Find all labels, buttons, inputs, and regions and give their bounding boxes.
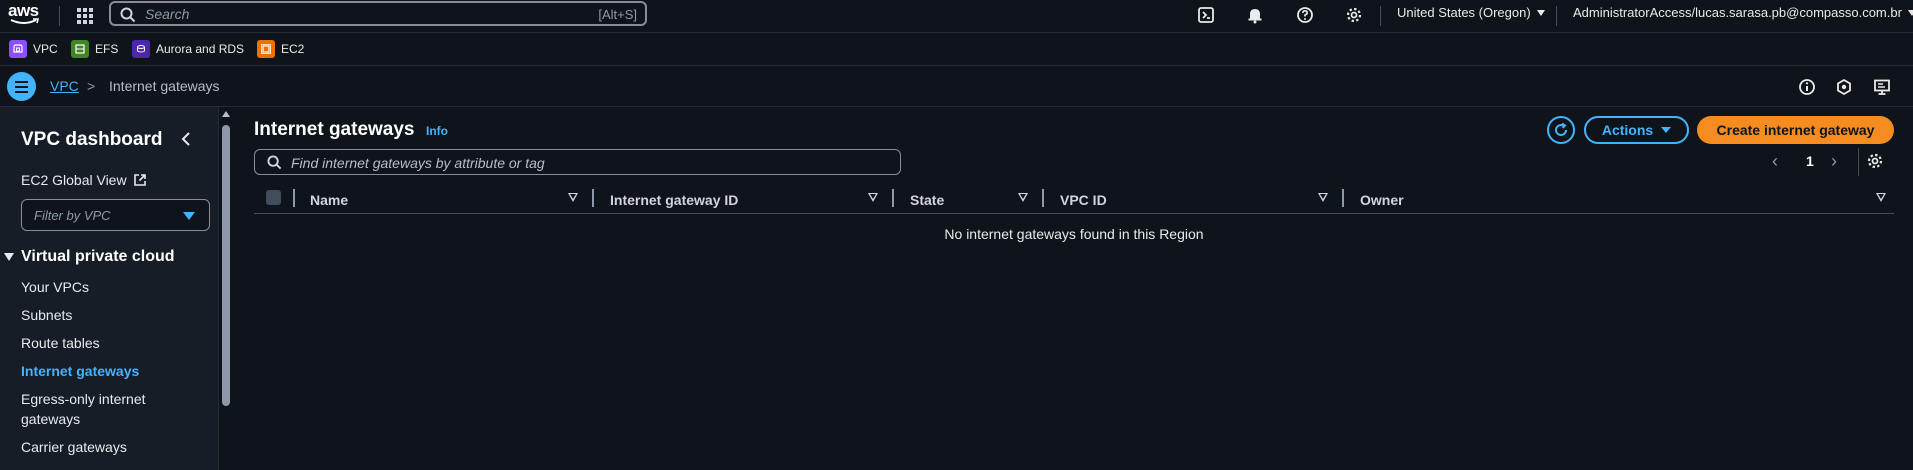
previous-page-icon[interactable]: ‹ bbox=[1772, 151, 1778, 172]
column-divider[interactable] bbox=[1342, 189, 1344, 207]
sidebar-item-route-tables[interactable]: Route tables bbox=[21, 333, 171, 353]
breadcrumb-current: Internet gateways bbox=[109, 78, 220, 94]
caret-down-icon bbox=[1661, 127, 1672, 133]
breadcrumb-bar: VPC > Internet gateways bbox=[0, 66, 1913, 107]
create-internet-gateway-button[interactable]: Create internet gateway bbox=[1697, 116, 1894, 144]
sort-icon[interactable] bbox=[568, 193, 578, 202]
caret-down-icon bbox=[183, 212, 195, 220]
divider bbox=[59, 6, 60, 26]
external-link-icon bbox=[133, 174, 146, 186]
divider bbox=[1380, 6, 1381, 26]
column-divider[interactable] bbox=[293, 189, 295, 207]
aws-logo-text: aws bbox=[8, 1, 39, 20]
scroll-up-icon[interactable] bbox=[222, 111, 230, 117]
caret-down-icon bbox=[4, 253, 14, 261]
search-icon bbox=[267, 155, 282, 170]
next-page-icon[interactable]: › bbox=[1831, 151, 1837, 172]
filter-by-vpc-select[interactable]: Filter by VPC bbox=[21, 199, 210, 231]
settings-gear-icon[interactable] bbox=[1341, 2, 1367, 28]
vpc-service-icon bbox=[9, 40, 27, 58]
global-search-input[interactable]: Search [Alt+S] bbox=[109, 1, 647, 26]
region-selector[interactable]: United States (Oregon) bbox=[1397, 5, 1545, 20]
account-label: AdministratorAccess/lucas.sarasa.pb@comp… bbox=[1573, 5, 1902, 20]
table-header: Name Internet gateway ID State VPC ID Ow… bbox=[254, 185, 1894, 214]
sidebar-item-internet-gateways[interactable]: Internet gateways bbox=[21, 361, 171, 381]
efs-service-icon bbox=[71, 40, 89, 58]
cloudshell-icon[interactable] bbox=[1193, 2, 1219, 28]
side-navigation: VPC dashboard EC2 Global View Filter by … bbox=[0, 107, 219, 470]
favorite-vpc[interactable]: VPC bbox=[9, 40, 58, 58]
favorites-bar: VPC EFS Aurora and RDS EC2 bbox=[0, 33, 1913, 66]
search-icon bbox=[120, 7, 136, 23]
search-placeholder: Search bbox=[145, 6, 190, 22]
sidebar-item-subnets[interactable]: Subnets bbox=[21, 305, 171, 325]
column-header-internet-gateway-id[interactable]: Internet gateway ID bbox=[610, 192, 738, 208]
sidebar-item-egress-only-internet-gateways[interactable]: Egress-only internet gateways bbox=[21, 389, 161, 429]
search-shortcut: [Alt+S] bbox=[598, 7, 637, 22]
favorite-label: VPC bbox=[33, 42, 58, 56]
scrollbar-thumb[interactable] bbox=[222, 125, 230, 406]
help-icon[interactable] bbox=[1292, 2, 1318, 28]
region-label: United States (Oregon) bbox=[1397, 5, 1531, 20]
chevron-down-icon bbox=[1907, 9, 1913, 16]
column-divider[interactable] bbox=[892, 189, 894, 207]
breadcrumb-chevron-icon: > bbox=[87, 78, 96, 94]
empty-table-message: No internet gateways found in this Regio… bbox=[944, 226, 1204, 242]
column-header-state[interactable]: State bbox=[910, 192, 944, 208]
side-navigation-toggle-icon[interactable] bbox=[7, 72, 36, 101]
select-all-checkbox[interactable] bbox=[266, 190, 281, 205]
sidebar-title[interactable]: VPC dashboard bbox=[21, 129, 162, 151]
close-sidebar-icon[interactable] bbox=[180, 131, 192, 152]
sort-icon[interactable] bbox=[1876, 193, 1886, 202]
column-header-name[interactable]: Name bbox=[310, 192, 348, 208]
table-preferences-icon[interactable] bbox=[1866, 152, 1884, 173]
sort-icon[interactable] bbox=[1018, 193, 1028, 202]
favorite-label: EC2 bbox=[281, 42, 305, 56]
aws-smile-icon bbox=[10, 18, 40, 24]
column-divider[interactable] bbox=[1042, 189, 1044, 207]
favorite-efs[interactable]: EFS bbox=[71, 40, 118, 58]
account-menu[interactable]: AdministratorAccess/lucas.sarasa.pb@comp… bbox=[1573, 5, 1913, 20]
info-panel-icon[interactable] bbox=[1796, 76, 1818, 98]
favorite-aurora-rds[interactable]: Aurora and RDS bbox=[132, 40, 244, 58]
breadcrumb-vpc-link[interactable]: VPC bbox=[50, 78, 79, 94]
column-divider[interactable] bbox=[592, 189, 594, 207]
aws-logo[interactable]: aws bbox=[8, 2, 44, 30]
services-menu-icon[interactable] bbox=[72, 3, 96, 27]
display-settings-icon[interactable] bbox=[1871, 76, 1893, 98]
ec2-global-view-link[interactable]: EC2 Global View bbox=[21, 172, 147, 188]
favorite-ec2[interactable]: EC2 bbox=[257, 40, 304, 58]
hexagon-feedback-icon[interactable] bbox=[1833, 76, 1855, 98]
rds-service-icon bbox=[132, 40, 150, 58]
sidebar-item-carrier-gateways[interactable]: Carrier gateways bbox=[21, 437, 171, 457]
divider bbox=[1858, 148, 1859, 176]
page-number[interactable]: 1 bbox=[1806, 153, 1814, 169]
sort-icon[interactable] bbox=[868, 193, 878, 202]
divider bbox=[1556, 6, 1557, 26]
info-link[interactable]: Info bbox=[426, 124, 448, 138]
sidebar-scrollbar[interactable] bbox=[219, 107, 233, 470]
ec2-service-icon bbox=[257, 40, 275, 58]
column-header-vpc-id[interactable]: VPC ID bbox=[1060, 192, 1107, 208]
chevron-down-icon bbox=[1536, 9, 1545, 16]
ec2-global-view-label: EC2 Global View bbox=[21, 172, 127, 188]
sidebar-section-virtual-private-cloud[interactable]: Virtual private cloud bbox=[4, 248, 175, 266]
page-title: Internet gateways bbox=[254, 119, 415, 140]
filter-placeholder: Filter by VPC bbox=[34, 208, 111, 223]
sidebar-item-your-vpcs[interactable]: Your VPCs bbox=[21, 277, 171, 297]
refresh-button[interactable] bbox=[1547, 116, 1575, 144]
top-navigation: aws Search [Alt+S] United States (Oregon… bbox=[0, 0, 1913, 33]
column-header-owner[interactable]: Owner bbox=[1360, 192, 1404, 208]
table-filter-input[interactable]: Find internet gateways by attribute or t… bbox=[254, 149, 901, 175]
favorite-label: EFS bbox=[95, 42, 119, 56]
table-filter-placeholder: Find internet gateways by attribute or t… bbox=[291, 155, 545, 171]
actions-button[interactable]: Actions bbox=[1584, 116, 1689, 144]
notifications-icon[interactable] bbox=[1242, 2, 1268, 28]
sort-icon[interactable] bbox=[1318, 193, 1328, 202]
favorite-label: Aurora and RDS bbox=[156, 42, 245, 56]
section-title: Virtual private cloud bbox=[21, 248, 175, 265]
actions-label: Actions bbox=[1601, 122, 1654, 138]
refresh-icon bbox=[1555, 122, 1568, 136]
